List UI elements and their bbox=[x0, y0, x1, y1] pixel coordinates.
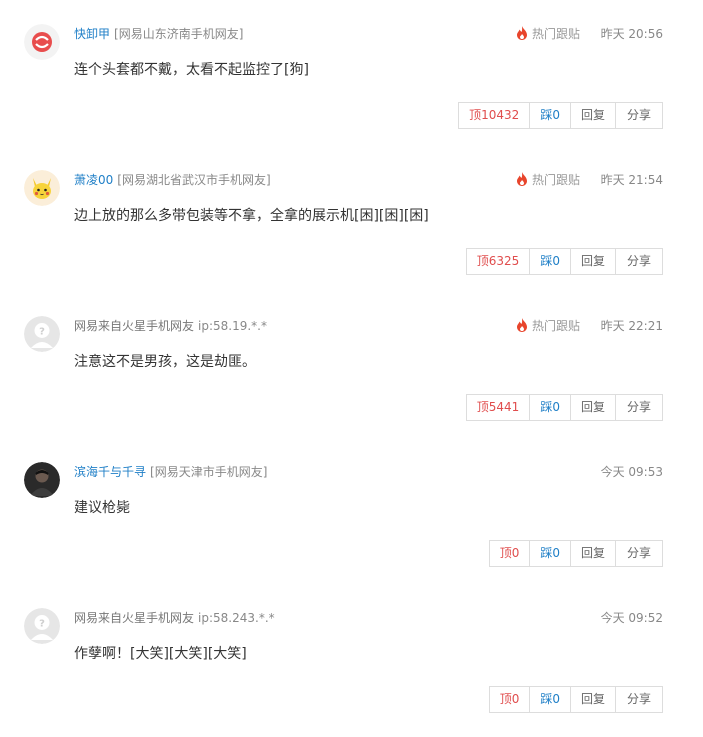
comment-meta: 萧凌00 [网易湖北省武汉市手机网友] bbox=[74, 171, 271, 189]
comment-meta: 网易来自火星手机网友 ip:58.19.*.* bbox=[74, 317, 267, 335]
comment-content: 注意这不是男孩，这是劫匪。 bbox=[74, 354, 256, 370]
downvote-button[interactable]: 踩0 bbox=[530, 395, 571, 420]
username-link[interactable]: 萧凌00 bbox=[74, 173, 113, 187]
default-avatar-icon: ? bbox=[24, 316, 60, 352]
comment-meta: 滨海千与千寻 [网易天津市手机网友] bbox=[74, 463, 267, 481]
upvote-button[interactable]: 顶6325 bbox=[467, 249, 531, 274]
comment-content: 边上放的那么多带包装等不拿，全拿的展示机[困][困][困] bbox=[74, 208, 429, 224]
upvote-button[interactable]: 顶0 bbox=[490, 687, 531, 712]
comment-actions: 顶5441 踩0 回复 分享 bbox=[465, 394, 663, 421]
reply-button[interactable]: 回复 bbox=[571, 249, 616, 274]
comment-meta: 网易来自火星手机网友 ip:58.243.*.* bbox=[74, 609, 275, 627]
svg-text:?: ? bbox=[39, 327, 45, 338]
photo-avatar-icon bbox=[24, 462, 60, 498]
user-avatar[interactable] bbox=[24, 170, 60, 206]
reply-button[interactable]: 回复 bbox=[571, 687, 616, 712]
downvote-button[interactable]: 踩0 bbox=[530, 541, 571, 566]
comment-actions: 顶0 踩0 回复 分享 bbox=[488, 540, 663, 567]
flame-icon bbox=[517, 26, 527, 40]
reply-button[interactable]: 回复 bbox=[571, 541, 616, 566]
user-location: [网易湖北省武汉市手机网友] bbox=[117, 173, 271, 187]
hot-label: 热门跟贴 bbox=[532, 27, 581, 41]
user-location: [网易天津市手机网友] bbox=[150, 465, 268, 479]
user-avatar[interactable] bbox=[24, 462, 60, 498]
reply-button[interactable]: 回复 bbox=[571, 103, 616, 128]
comment-time: 昨天 20:56 bbox=[600, 27, 663, 41]
flame-icon bbox=[517, 318, 527, 332]
hot-label: 热门跟贴 bbox=[532, 173, 581, 187]
hot-badge: 热门跟贴 bbox=[516, 25, 580, 43]
comment-content: 连个头套都不戴，太看不起监控了[狗] bbox=[74, 62, 309, 78]
comment-item: ? 网易来自火星手机网友 ip:58.243.*.* 今天 09:52 作孽啊！[… bbox=[0, 584, 703, 730]
share-button[interactable]: 分享 bbox=[616, 541, 662, 566]
username-link[interactable]: 网易来自火星手机网友 bbox=[74, 319, 194, 333]
reply-button[interactable]: 回复 bbox=[571, 395, 616, 420]
share-button[interactable]: 分享 bbox=[616, 395, 662, 420]
comment-actions: 顶6325 踩0 回复 分享 bbox=[465, 248, 663, 275]
user-location: ip:58.19.*.* bbox=[198, 319, 267, 333]
share-button[interactable]: 分享 bbox=[616, 103, 662, 128]
hot-badge: 热门跟贴 bbox=[516, 317, 580, 335]
comment-meta: 快卸甲 [网易山东济南手机网友] bbox=[74, 25, 243, 43]
comment-time: 昨天 21:54 bbox=[600, 173, 663, 187]
comment-item: 快卸甲 [网易山东济南手机网友] 热门跟贴 昨天 20:56 连个头套都不戴，太看… bbox=[0, 0, 703, 146]
upvote-button[interactable]: 顶0 bbox=[490, 541, 531, 566]
comment-item: 萧凌00 [网易湖北省武汉市手机网友] 热门跟贴 昨天 21:54 边上放的那么多… bbox=[0, 146, 703, 292]
red-logo-avatar-icon bbox=[24, 24, 60, 60]
hot-badge: 热门跟贴 bbox=[516, 171, 580, 189]
user-avatar[interactable] bbox=[24, 24, 60, 60]
downvote-button[interactable]: 踩0 bbox=[530, 103, 571, 128]
share-button[interactable]: 分享 bbox=[616, 249, 662, 274]
flame-icon bbox=[517, 172, 527, 186]
downvote-button[interactable]: 踩0 bbox=[530, 687, 571, 712]
username-link[interactable]: 滨海千与千寻 bbox=[74, 465, 146, 479]
share-button[interactable]: 分享 bbox=[616, 687, 662, 712]
comment-actions: 顶0 踩0 回复 分享 bbox=[488, 686, 663, 713]
comment-time: 今天 09:52 bbox=[600, 611, 663, 625]
comment-actions: 顶10432 踩0 回复 分享 bbox=[458, 102, 663, 129]
user-location: ip:58.243.*.* bbox=[198, 611, 275, 625]
comment-time: 昨天 22:21 bbox=[600, 319, 663, 333]
downvote-button[interactable]: 踩0 bbox=[530, 249, 571, 274]
user-location: [网易山东济南手机网友] bbox=[114, 27, 244, 41]
hot-label: 热门跟贴 bbox=[532, 319, 581, 333]
username-link[interactable]: 快卸甲 bbox=[74, 27, 110, 41]
comment-list: 快卸甲 [网易山东济南手机网友] 热门跟贴 昨天 20:56 连个头套都不戴，太看… bbox=[0, 0, 703, 737]
upvote-button[interactable]: 顶5441 bbox=[467, 395, 531, 420]
comment-item: 滨海千与千寻 [网易天津市手机网友] 今天 09:53 建议枪毙 顶0 踩0 回复… bbox=[0, 438, 703, 584]
user-avatar[interactable]: ? bbox=[24, 608, 60, 644]
comment-time: 今天 09:53 bbox=[600, 465, 663, 479]
comment-content: 建议枪毙 bbox=[74, 500, 130, 516]
username-link[interactable]: 网易来自火星手机网友 bbox=[74, 611, 194, 625]
comment-content: 作孽啊！[大笑][大笑][大笑] bbox=[74, 646, 247, 662]
comment-item: ? 网易来自火星手机网友 ip:58.19.*.* 热门跟贴 昨天 22:21 注… bbox=[0, 292, 703, 438]
pikachu-avatar-icon bbox=[24, 170, 60, 206]
svg-text:?: ? bbox=[39, 619, 45, 630]
user-avatar[interactable]: ? bbox=[24, 316, 60, 352]
default-avatar-icon: ? bbox=[24, 608, 60, 644]
upvote-button[interactable]: 顶10432 bbox=[459, 103, 531, 128]
